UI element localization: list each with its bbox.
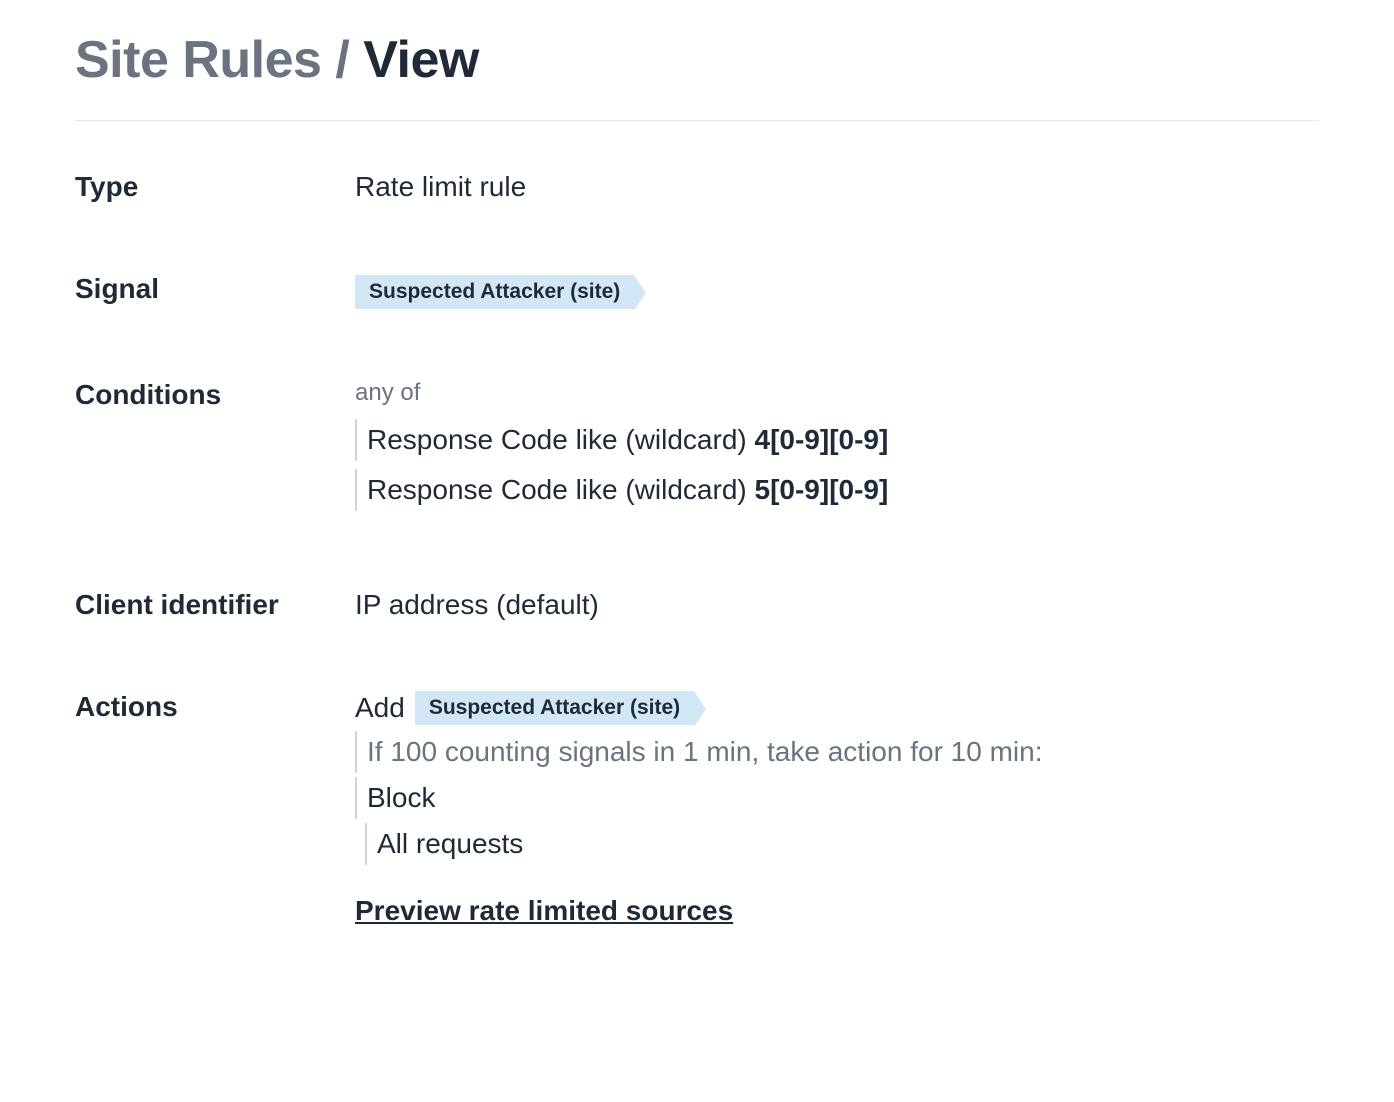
signal-label: Signal — [75, 273, 355, 309]
actions-add-tag: Suspected Attacker (site) — [415, 691, 694, 725]
client-identifier-value: IP address (default) — [355, 589, 1319, 621]
actions-add-line: Add Suspected Attacker (site) — [355, 691, 1319, 725]
client-identifier-label: Client identifier — [75, 589, 355, 621]
breadcrumb-current: View — [363, 31, 479, 89]
signal-value: Suspected Attacker (site) — [355, 273, 1319, 309]
actions-label: Actions — [75, 691, 355, 927]
type-label: Type — [75, 171, 355, 203]
conditions-qualifier: any of — [355, 379, 1319, 407]
conditions-label: Conditions — [75, 379, 355, 519]
row-signal: Signal Suspected Attacker (site) — [75, 273, 1319, 309]
type-value: Rate limit rule — [355, 171, 1319, 203]
page-title: Site Rules / View — [75, 30, 1319, 90]
breadcrumb-prefix: Site Rules / — [75, 31, 363, 89]
condition-item: Response Code like (wildcard) 4[0-9][0-9… — [355, 419, 1319, 461]
row-actions: Actions Add Suspected Attacker (site) If… — [75, 691, 1319, 927]
header-divider — [75, 120, 1319, 121]
actions-value: Add Suspected Attacker (site) If 100 cou… — [355, 691, 1319, 927]
action-rule-text: If 100 counting signals in 1 min, take a… — [355, 731, 1319, 773]
preview-rate-limited-link[interactable]: Preview rate limited sources — [355, 895, 733, 926]
condition-item: Response Code like (wildcard) 5[0-9][0-9… — [355, 469, 1319, 511]
conditions-value: any of Response Code like (wildcard) 4[0… — [355, 379, 1319, 519]
row-conditions: Conditions any of Response Code like (wi… — [75, 379, 1319, 519]
actions-add-label: Add — [355, 692, 405, 724]
condition-text: Response Code like (wildcard) — [367, 424, 755, 455]
signal-tag: Suspected Attacker (site) — [355, 275, 634, 309]
condition-text: Response Code like (wildcard) — [367, 474, 755, 505]
action-block-text: Block — [355, 777, 1319, 819]
row-type: Type Rate limit rule — [75, 171, 1319, 203]
condition-pattern: 4[0-9][0-9] — [755, 424, 889, 455]
condition-pattern: 5[0-9][0-9] — [755, 474, 889, 505]
row-client-identifier: Client identifier IP address (default) — [75, 589, 1319, 621]
action-all-text: All requests — [365, 823, 1319, 865]
